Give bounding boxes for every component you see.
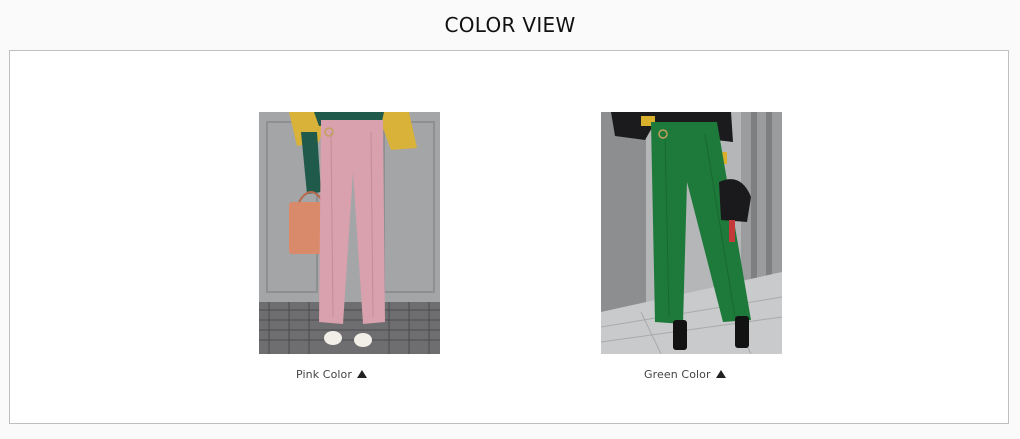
green-color-caption[interactable]: Green Color [644,368,726,381]
pink-pants-photo[interactable] [259,112,440,354]
color-view-panel: Pink Color Green Color [9,50,1009,424]
pink-color-caption[interactable]: Pink Color [296,368,368,381]
triangle-up-icon [715,370,726,378]
caption-label: Pink Color [296,368,353,381]
caption-label: Green Color [644,368,711,381]
green-pants-photo[interactable] [601,112,782,354]
page-title: COLOR VIEW [444,13,576,37]
triangle-up-icon [357,370,368,378]
